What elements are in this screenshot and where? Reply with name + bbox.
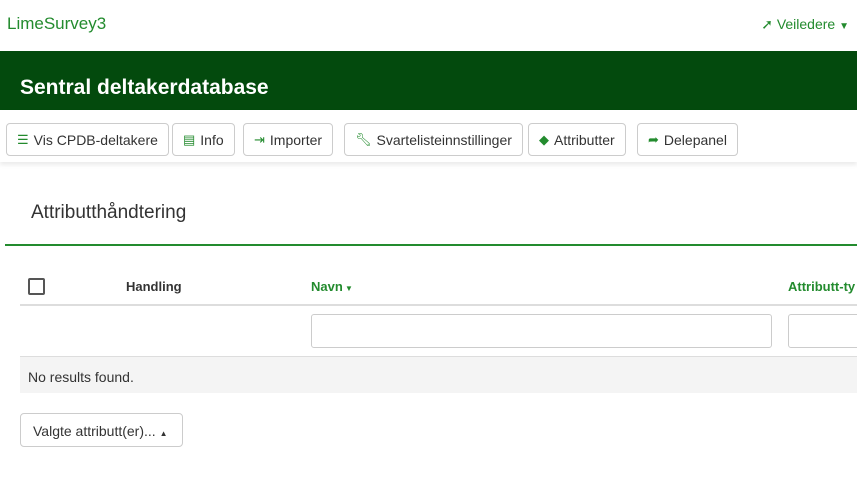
column-header-attributt-type[interactable]: Attributt-ty — [788, 279, 855, 294]
select-all-checkbox[interactable] — [28, 278, 45, 295]
svartelisteinnstillinger-button[interactable]: 🔧︎ Svartelisteinnstillinger — [344, 123, 523, 156]
page-title: Sentral deltakerdatabase — [20, 76, 269, 99]
share-icon: ➦ — [648, 131, 659, 147]
wrench-icon: 🔧︎ — [355, 131, 372, 147]
caret-up-icon: ▲ — [159, 429, 168, 438]
import-icon: ⇥ — [254, 131, 265, 147]
attributt-type-filter-input[interactable] — [788, 314, 857, 348]
sort-caret-icon: ▼ — [342, 284, 353, 293]
tag-icon: ◆ — [539, 131, 549, 147]
info-button[interactable]: ▤ Info — [172, 123, 235, 156]
importer-button[interactable]: ⇥ Importer — [243, 123, 334, 156]
list-icon: ☰ — [17, 131, 29, 147]
rocket-icon: ➚ — [761, 16, 773, 32]
user-menu[interactable]: ➚ Veiledere ▼ — [761, 16, 849, 33]
empty-row: No results found. — [20, 356, 857, 393]
brand-logo[interactable]: LimeSurvey3 — [7, 14, 106, 34]
section-title: Attributthåndtering — [31, 202, 187, 223]
caret-down-icon: ▼ — [839, 21, 849, 32]
toolbar: ☰ Vis CPDB-deltakere ▤ Info ⇥ Importer 🔧︎ Sv… — [0, 110, 857, 162]
page-header: Sentral deltakerdatabase — [0, 51, 857, 110]
column-header-navn[interactable]: Navn ▼ — [311, 279, 353, 294]
attributter-button[interactable]: ◆ Attributter — [528, 123, 626, 156]
bulk-action-dropdown[interactable]: Valgte attributt(er)... ▲ — [20, 413, 183, 447]
list-alt-icon: ▤ — [183, 131, 196, 147]
navn-filter-input[interactable] — [311, 314, 772, 348]
divider — [5, 244, 857, 246]
header-divider — [20, 304, 857, 306]
column-header-handling: Handling — [126, 279, 182, 294]
delepanel-button[interactable]: ➦ Delepanel — [637, 123, 738, 156]
vis-cpdb-deltakere-button[interactable]: ☰ Vis CPDB-deltakere — [6, 123, 169, 156]
top-navbar: LimeSurvey3 ➚ Veiledere ▼ — [0, 0, 857, 51]
